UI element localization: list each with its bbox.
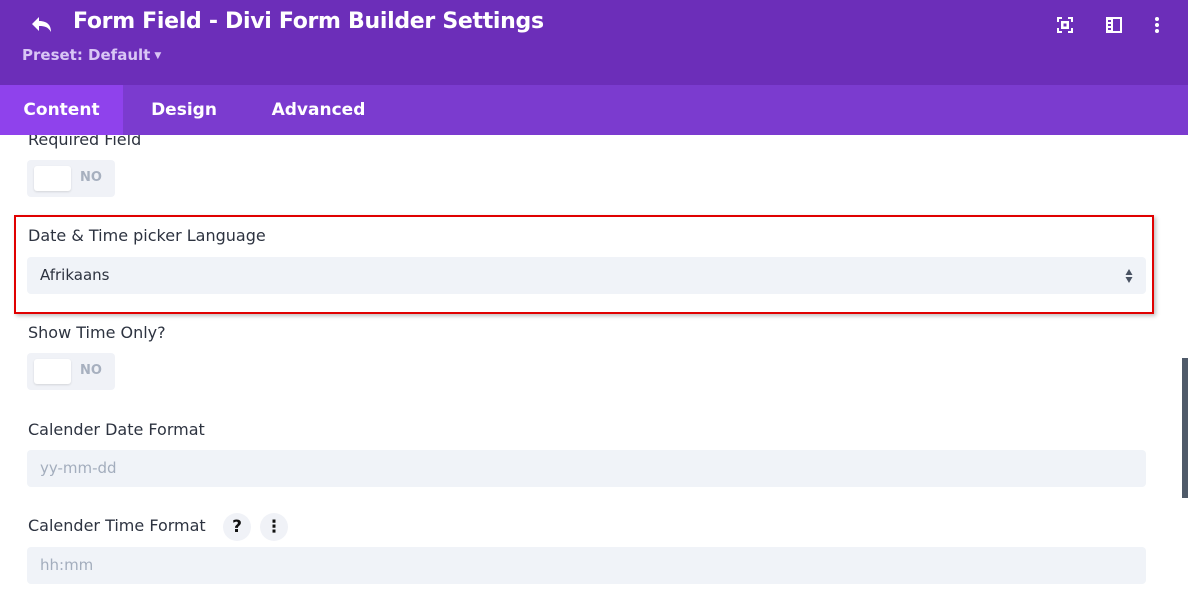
- required-field-toggle[interactable]: NO: [27, 160, 115, 197]
- date-format-input[interactable]: yy-mm-dd: [27, 450, 1146, 487]
- caret-down-icon: ▼: [154, 51, 162, 61]
- tab-bar: Content Design Advanced: [0, 85, 1188, 135]
- toggle-state: NO: [80, 363, 102, 378]
- picker-language-label: Date & Time picker Language: [28, 226, 266, 245]
- tab-advanced[interactable]: Advanced: [245, 85, 392, 135]
- tab-design[interactable]: Design: [123, 85, 245, 135]
- picker-language-value: Afrikaans: [40, 266, 110, 284]
- help-icon[interactable]: ?: [223, 513, 251, 541]
- page-title: Form Field - Divi Form Builder Settings: [73, 9, 544, 34]
- picker-language-select[interactable]: Afrikaans: [27, 257, 1146, 294]
- focus-mode-icon[interactable]: [1054, 14, 1076, 36]
- field-options-icon[interactable]: ⋮: [260, 513, 288, 541]
- toggle-knob: [34, 166, 71, 191]
- show-time-only-label: Show Time Only?: [28, 323, 166, 342]
- time-format-label: Calender Time Format: [28, 516, 206, 535]
- toggle-knob: [34, 359, 71, 384]
- required-field-label: Required Field: [28, 135, 142, 149]
- date-format-label: Calender Date Format: [28, 420, 205, 439]
- sidebar-layout-icon[interactable]: [1103, 14, 1125, 36]
- preset-dropdown[interactable]: Preset: Default ▼: [22, 46, 161, 64]
- settings-header: Form Field - Divi Form Builder Settings …: [0, 0, 1188, 85]
- show-time-only-toggle[interactable]: NO: [27, 353, 115, 390]
- tab-content[interactable]: Content: [0, 85, 123, 135]
- more-options-icon[interactable]: [1146, 14, 1168, 36]
- select-arrows-icon: [1125, 269, 1133, 283]
- time-format-input[interactable]: hh:mm: [27, 547, 1146, 584]
- back-arrow-icon[interactable]: [28, 12, 56, 40]
- toggle-state: NO: [80, 170, 102, 185]
- preset-label: Preset: Default: [22, 46, 151, 64]
- scrollbar[interactable]: [1182, 358, 1188, 498]
- settings-content: Required Field NO Date & Time picker Lan…: [0, 135, 1188, 613]
